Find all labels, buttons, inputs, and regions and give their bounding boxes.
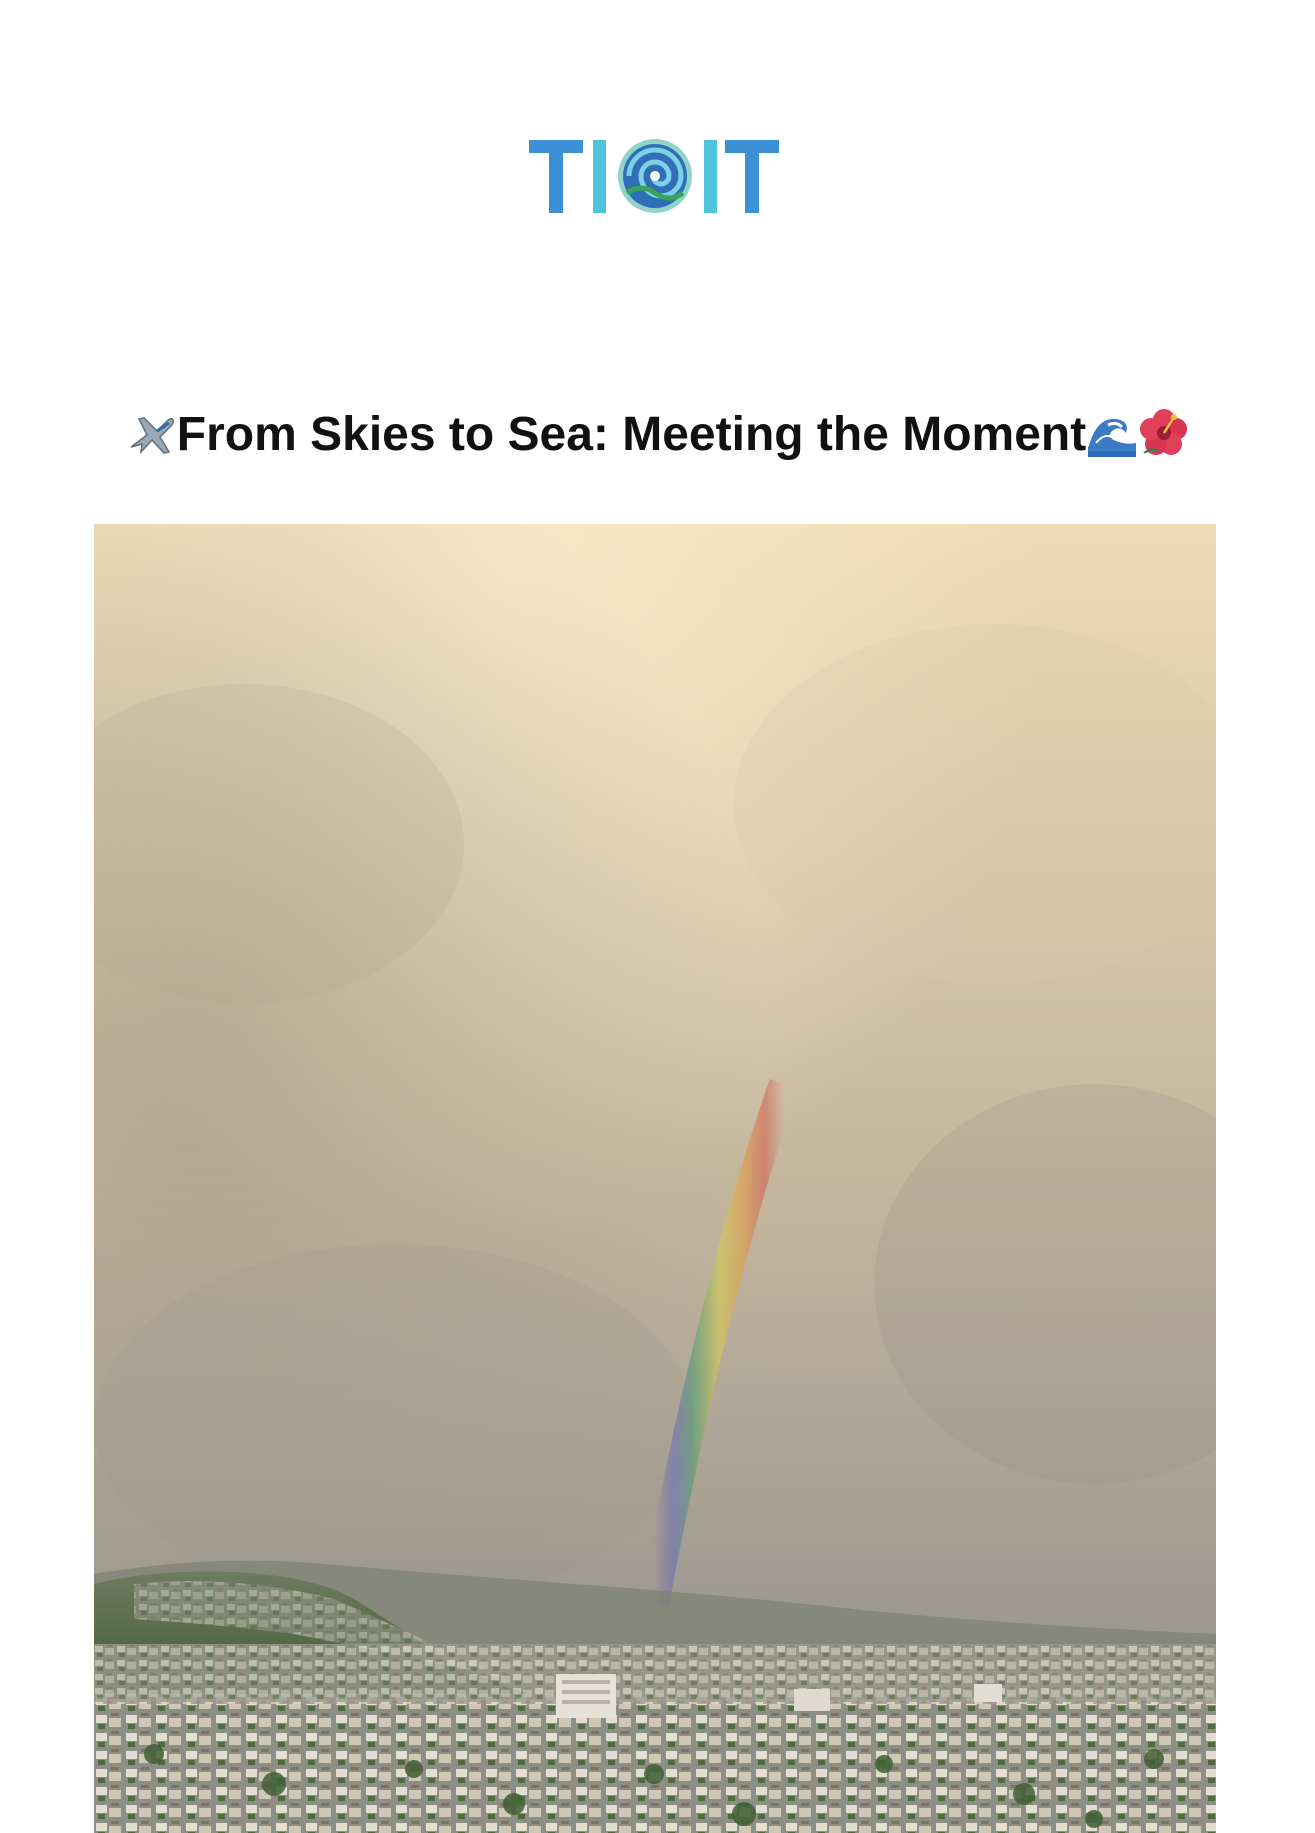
article-title-row: From Skies to Sea: Meeting the Moment xyxy=(0,400,1315,470)
site-logo[interactable] xyxy=(527,135,784,219)
hibiscus-icon xyxy=(1140,409,1188,456)
hero-photo xyxy=(94,524,1216,1833)
swirl-wave-icon xyxy=(618,139,692,213)
rainbow-over-city-photo xyxy=(94,524,1216,1833)
airplane-icon xyxy=(130,417,174,455)
wave-icon xyxy=(1088,419,1137,458)
page: From Skies to Sea: Meeting the Moment xyxy=(0,0,1315,1833)
article-title: From Skies to Sea: Meeting the Moment xyxy=(176,408,1087,461)
logo-mark xyxy=(529,139,779,213)
